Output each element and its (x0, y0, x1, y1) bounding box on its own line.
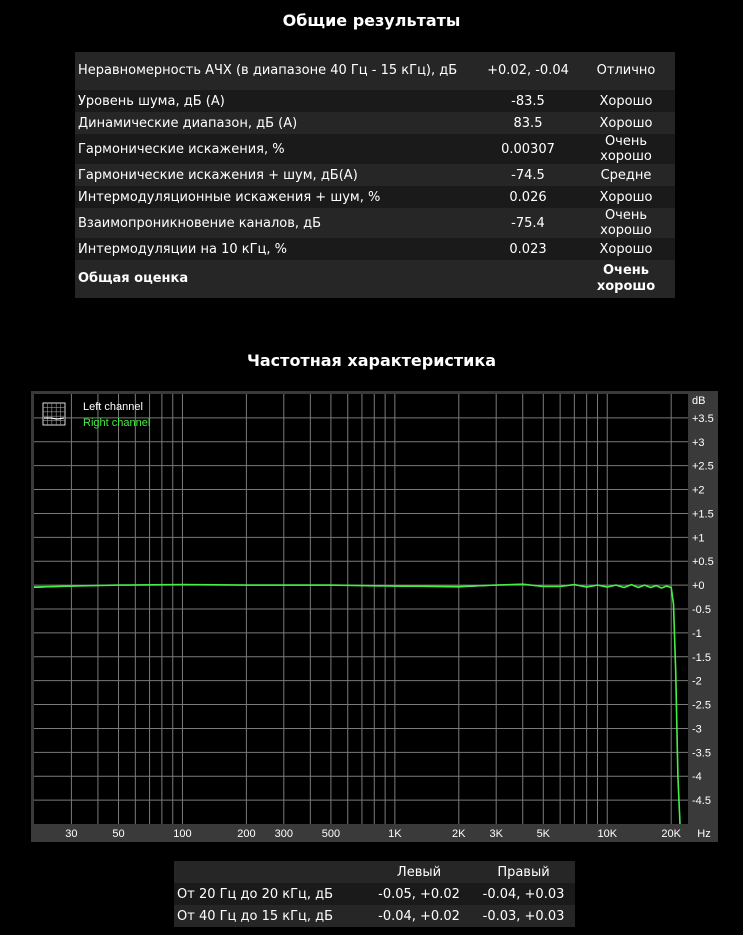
y-tick-label: +2 (692, 485, 705, 497)
x-tick-label: 300 (275, 828, 293, 840)
y-tick-label: +1.5 (692, 508, 714, 520)
y-tick-label: +3 (692, 437, 705, 449)
row-grade: Очень хорошо (577, 134, 675, 164)
legend-entry: Left channel (83, 401, 143, 413)
x-tick-label: 30 (65, 828, 77, 840)
chart-title: Частотная характеристика (246, 351, 497, 370)
x-tick-label: 100 (173, 828, 191, 840)
y-tick-label: -1 (692, 628, 702, 640)
x-tick-label: 3K (489, 828, 503, 840)
table-row: Уровень шума, дБ (А) -83.5 Хорошо (75, 90, 675, 112)
table-row: Гармонические искажения, % 0.00307 Очень… (75, 134, 675, 164)
row-value: -74.5 (479, 164, 577, 186)
chart-svg: 30 50 100 200 300 500 1K 2K 3K 5K 10K 20K Hz +3.5 +3 +2… (31, 391, 718, 842)
y-tick-label: -2.5 (692, 700, 711, 712)
y-tick-label: -1.5 (692, 652, 711, 664)
row-grade: Хорошо (577, 112, 675, 134)
row-name: Интермодуляционные искажения + шум, % (75, 186, 479, 208)
row-name: Уровень шума, дБ (А) (75, 90, 479, 112)
table-row: Интермодуляционные искажения + шум, % 0.… (75, 186, 675, 208)
frequency-response-chart: 30 50 100 200 300 500 1K 2K 3K 5K 10K 20K Hz +3.5 +3 +2… (31, 391, 718, 842)
legend-entry: Right channel (83, 417, 150, 429)
results-title: Общие результаты (282, 11, 461, 30)
row-name: Гармонические искажения, % (75, 134, 479, 164)
total-grade: Очень хорошо (577, 260, 675, 298)
y-tick-label: +3.5 (692, 413, 714, 425)
row-value: +0.02, -0.04 (479, 52, 577, 90)
row-value: 0.00307 (479, 134, 577, 164)
summary-row: От 40 Гц до 15 кГц, дБ -0.04, +0.02 -0.0… (174, 905, 575, 927)
table-row: Динамические диапазон, дБ (А) 83.5 Хорош… (75, 112, 675, 134)
row-value: 83.5 (479, 112, 577, 134)
summary-header-left: Левый (366, 861, 472, 883)
y-tick-label: +1 (692, 532, 705, 544)
summary-range: От 40 Гц до 15 кГц, дБ (174, 905, 366, 927)
x-tick-label: 200 (237, 828, 255, 840)
y-tick-label: -3 (692, 723, 702, 735)
summary-right: -0.04, +0.03 (472, 883, 575, 905)
x-tick-label: 1K (388, 828, 402, 840)
row-grade: Отлично (577, 52, 675, 90)
row-grade: Хорошо (577, 238, 675, 260)
summary-row: От 20 Гц до 20 кГц, дБ -0.05, +0.02 -0.0… (174, 883, 575, 905)
y-tick-label: -2 (692, 676, 702, 688)
summary-right: -0.03, +0.03 (472, 905, 575, 927)
summary-header-right: Правый (472, 861, 575, 883)
row-name: Гармонические искажения + шум, дБ(A) (75, 164, 479, 186)
y-tick-label: -4 (692, 771, 702, 783)
row-value: -75.4 (479, 208, 577, 238)
row-grade: Хорошо (577, 90, 675, 112)
row-value: -83.5 (479, 90, 577, 112)
summary-header (174, 861, 366, 883)
row-name: Интермодуляции на 10 кГц, % (75, 238, 479, 260)
row-name: Неравномерность АЧХ (в диапазоне 40 Гц -… (75, 52, 479, 90)
x-unit-label: Hz (697, 828, 710, 840)
row-grade: Очень хорошо (577, 208, 675, 238)
x-tick-label: 2K (452, 828, 466, 840)
row-grade: Хорошо (577, 186, 675, 208)
table-row: Гармонические искажения + шум, дБ(A) -74… (75, 164, 675, 186)
total-label: Общая оценка (75, 260, 479, 298)
summary-left: -0.04, +0.02 (366, 905, 472, 927)
y-tick-label: +2.5 (692, 461, 714, 473)
row-name: Взаимопроникновение каналов, дБ (75, 208, 479, 238)
y-tick-label: -4.5 (692, 795, 711, 807)
x-tick-label: 20K (661, 828, 681, 840)
total-row: Общая оценка Очень хорошо (75, 260, 675, 298)
summary-table: Левый Правый От 20 Гц до 20 кГц, дБ -0.0… (174, 861, 575, 927)
table-row: Взаимопроникновение каналов, дБ -75.4 Оч… (75, 208, 675, 238)
row-grade: Средне (577, 164, 675, 186)
results-table: Неравномерность АЧХ (в диапазоне 40 Гц -… (75, 52, 675, 298)
x-tick-label: 5K (537, 828, 551, 840)
summary-header-row: Левый Правый (174, 861, 575, 883)
y-tick-label: -0.5 (692, 604, 711, 616)
summary-left: -0.05, +0.02 (366, 883, 472, 905)
row-value: 0.023 (479, 238, 577, 260)
x-tick-label: 500 (322, 828, 340, 840)
y-tick-label: -3.5 (692, 747, 711, 759)
y-unit-label: dB (692, 395, 705, 407)
row-name: Динамические диапазон, дБ (А) (75, 112, 479, 134)
y-tick-label: +0.5 (692, 556, 714, 568)
x-tick-label: 10K (597, 828, 617, 840)
summary-range: От 20 Гц до 20 кГц, дБ (174, 883, 366, 905)
y-tick-label: +0 (692, 580, 705, 592)
row-value: 0.026 (479, 186, 577, 208)
table-row: Интермодуляции на 10 кГц, % 0.023 Хорошо (75, 238, 675, 260)
x-tick-label: 50 (112, 828, 124, 840)
table-row: Неравномерность АЧХ (в диапазоне 40 Гц -… (75, 52, 675, 90)
legend-chart-icon (42, 402, 66, 426)
